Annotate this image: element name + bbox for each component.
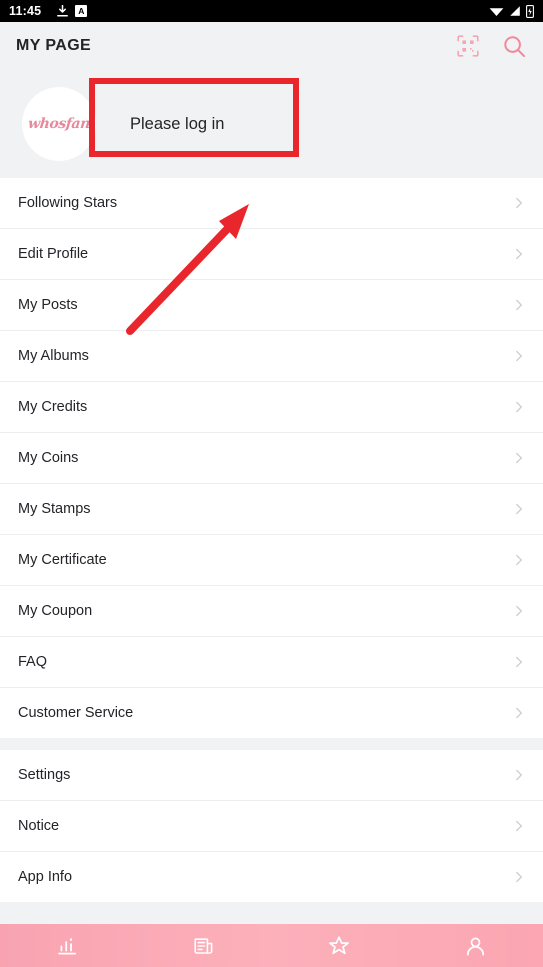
signal-icon [510, 6, 520, 16]
app-header: MY PAGE [0, 22, 543, 70]
menu-item-label: My Stamps [18, 501, 91, 517]
menu-item-customer-service[interactable]: Customer Service [0, 688, 543, 738]
chevron-right-icon [516, 401, 522, 413]
download-icon [57, 5, 69, 17]
menu-group-separator [0, 738, 543, 750]
chevron-right-icon [516, 350, 522, 362]
chevron-right-icon [516, 605, 522, 617]
app-screen: 11:45 A MY PAGE whosfan Please log in Fo… [0, 0, 543, 967]
nav-tab-news[interactable] [136, 924, 272, 967]
nav-tab-star[interactable] [272, 924, 408, 967]
profile-section: whosfan Please log in [0, 70, 543, 178]
qr-scan-icon [457, 35, 479, 57]
chevron-right-icon [516, 707, 522, 719]
menu-item-following-stars[interactable]: Following Stars [0, 178, 543, 228]
nav-tab-profile[interactable] [407, 924, 543, 967]
status-bar: 11:45 A [0, 0, 543, 22]
menu-item-my-coupon[interactable]: My Coupon [0, 586, 543, 636]
avatar[interactable]: whosfan [22, 87, 96, 161]
menu-item-label: Customer Service [18, 705, 134, 721]
menu-item-label: My Coupon [18, 603, 93, 619]
wifi-icon [489, 8, 504, 16]
chevron-right-icon [516, 554, 522, 566]
menu-item-edit-profile[interactable]: Edit Profile [0, 229, 543, 279]
menu-item-label: My Coins [18, 450, 79, 466]
menu-item-my-stamps[interactable]: My Stamps [0, 484, 543, 534]
chevron-right-icon [516, 769, 522, 781]
menu-item-settings[interactable]: Settings [0, 750, 543, 800]
menu-item-app-info[interactable]: App Info [0, 852, 543, 902]
menu-item-label: Following Stars [18, 195, 118, 211]
menu-item-my-posts[interactable]: My Posts [0, 280, 543, 330]
menu-item-faq[interactable]: FAQ [0, 637, 543, 687]
app-badge-a-icon: A [75, 5, 88, 17]
avatar-logo-text: whosfan [27, 116, 91, 132]
menu-item-my-coins[interactable]: My Coins [0, 433, 543, 483]
nav-tab-chart[interactable] [0, 924, 136, 967]
menu-item-my-certificate[interactable]: My Certificate [0, 535, 543, 585]
chevron-right-icon [516, 197, 522, 209]
nav-star-icon [329, 936, 350, 955]
login-prompt[interactable]: Please log in [130, 115, 224, 134]
chevron-right-icon [516, 503, 522, 515]
menu-group-primary: Following Stars Edit Profile My Posts My… [0, 178, 543, 738]
battery-charging-icon [526, 4, 534, 18]
menu-item-label: My Albums [18, 348, 89, 364]
chevron-right-icon [516, 299, 522, 311]
status-bar-right [489, 4, 534, 18]
search-button[interactable] [501, 33, 527, 59]
menu-item-label: My Certificate [18, 552, 107, 568]
menu-item-label: Notice [18, 818, 60, 834]
chevron-right-icon [516, 248, 522, 260]
nav-profile-icon [466, 937, 484, 955]
page-title: MY PAGE [16, 37, 92, 54]
status-bar-clock: 11:45 [9, 4, 42, 18]
menu-item-my-credits[interactable]: My Credits [0, 382, 543, 432]
menu-item-label: App Info [18, 869, 73, 885]
status-bar-left: 11:45 A [9, 4, 489, 18]
menu-item-label: My Posts [18, 297, 78, 313]
search-icon [503, 35, 525, 57]
bottom-spacer [0, 902, 543, 924]
menu-item-label: Edit Profile [18, 246, 89, 262]
bottom-navigation [0, 924, 543, 967]
menu-item-label: My Credits [18, 399, 88, 415]
menu-item-label: Settings [18, 767, 71, 783]
nav-chart-icon [58, 937, 77, 954]
nav-news-icon [194, 937, 213, 954]
chevron-right-icon [516, 871, 522, 883]
chevron-right-icon [516, 820, 522, 832]
menu-item-my-albums[interactable]: My Albums [0, 331, 543, 381]
qr-scan-button[interactable] [455, 33, 481, 59]
menu-item-label: FAQ [18, 654, 48, 670]
chevron-right-icon [516, 452, 522, 464]
chevron-right-icon [516, 656, 522, 668]
menu-group-secondary: Settings Notice App Info [0, 750, 543, 902]
header-actions [455, 33, 527, 59]
menu-item-notice[interactable]: Notice [0, 801, 543, 851]
